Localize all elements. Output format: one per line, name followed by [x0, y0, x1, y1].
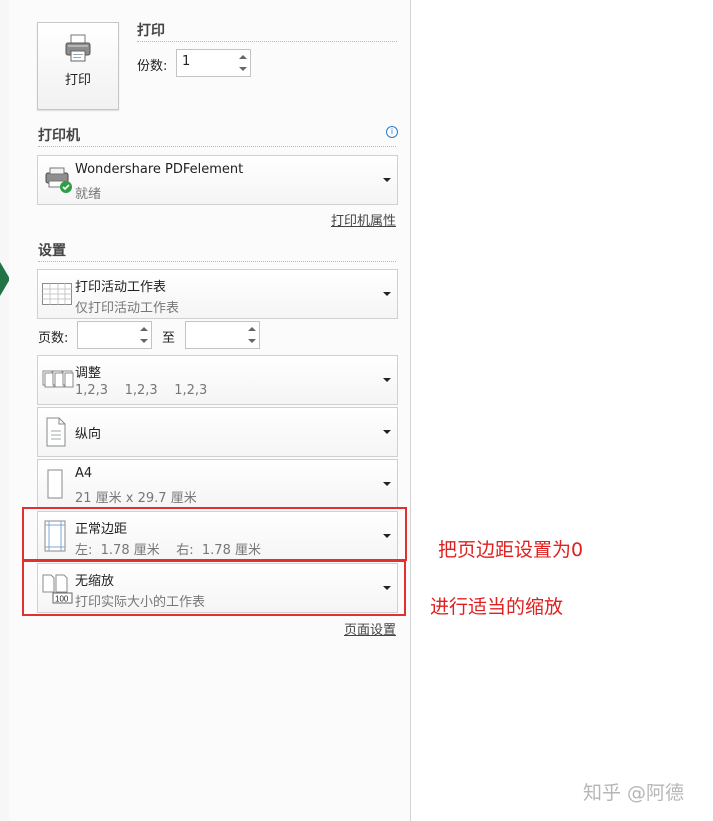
- pages-to-label: 至: [162, 331, 176, 346]
- chevron-down-icon: [383, 430, 391, 434]
- copies-label: 份数:: [137, 59, 168, 74]
- printer-section-title: 打印机: [38, 128, 80, 144]
- scaling-highlight-box: [22, 560, 406, 616]
- chevron-down-icon: [383, 292, 391, 296]
- margins-highlight-box: [22, 507, 407, 561]
- pages-to-spinner[interactable]: [185, 321, 260, 349]
- print-scope-sub: 仅打印活动工作表: [75, 301, 180, 316]
- info-icon[interactable]: i: [386, 126, 398, 138]
- page-setup-link[interactable]: 页面设置: [344, 619, 396, 638]
- print-section-title: 打印: [137, 23, 165, 39]
- worksheet-icon: [42, 283, 72, 305]
- paper-size-main: A4: [75, 466, 93, 481]
- print-scope-main: 打印活动工作表: [75, 280, 167, 295]
- chevron-down-icon: [383, 178, 391, 182]
- print-button-label: 打印: [64, 73, 91, 88]
- pages-from-spin-arrows[interactable]: [137, 322, 151, 348]
- margin-annotation: 把页边距设置为0: [438, 539, 584, 561]
- orientation-select[interactable]: 纵向: [37, 407, 398, 457]
- pages-label: 页数:: [38, 331, 69, 346]
- pages-from-spinner[interactable]: [77, 321, 152, 349]
- paper-size-select[interactable]: A4 21 厘米 x 29.7 厘米: [37, 459, 398, 509]
- paper-size-sub: 21 厘米 x 29.7 厘米: [75, 491, 197, 506]
- printer-ready-icon: [45, 167, 72, 193]
- collate-select[interactable]: 调整 1,2,3 1,2,3 1,2,3: [37, 355, 398, 405]
- print-scope-select[interactable]: 打印活动工作表 仅打印活动工作表: [37, 269, 398, 319]
- settings-section-title: 设置: [38, 243, 66, 259]
- printer-icon: [65, 34, 91, 62]
- divider: [137, 41, 397, 42]
- printer-name: Wondershare PDFelement: [75, 162, 244, 177]
- copies-spin-arrows[interactable]: [236, 50, 250, 76]
- collate-main: 调整: [75, 366, 102, 381]
- divider: [38, 261, 396, 262]
- printer-properties-link[interactable]: 打印机属性: [331, 210, 396, 229]
- print-button[interactable]: 打印: [37, 22, 119, 110]
- portrait-icon: [46, 417, 66, 447]
- paper-icon: [47, 469, 63, 499]
- pages-to-spin-arrows[interactable]: [245, 322, 259, 348]
- printer-select[interactable]: Wondershare PDFelement 就绪: [37, 155, 398, 205]
- chevron-down-icon: [383, 482, 391, 486]
- scale-annotation: 进行适当的缩放: [430, 596, 564, 618]
- backstage-nav-strip: [0, 0, 10, 821]
- chevron-down-icon: [383, 378, 391, 382]
- orientation-main: 纵向: [75, 427, 102, 442]
- copies-value: 1: [182, 54, 191, 69]
- collate-icon: [42, 370, 74, 388]
- collate-sub: 1,2,3 1,2,3 1,2,3: [75, 383, 208, 398]
- watermark: 知乎 @阿德: [583, 782, 685, 804]
- printer-status: 就绪: [75, 187, 102, 202]
- copies-spinner[interactable]: 1: [176, 49, 251, 77]
- divider: [38, 146, 396, 147]
